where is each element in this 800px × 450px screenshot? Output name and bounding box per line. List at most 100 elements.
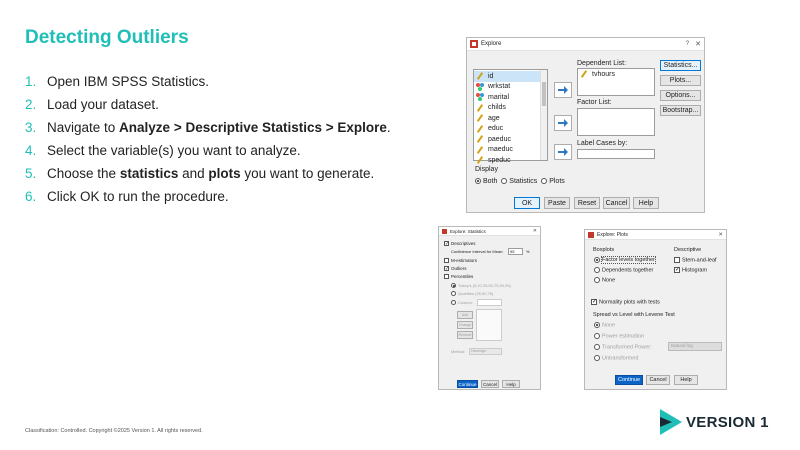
step-number: 4. bbox=[25, 143, 37, 158]
step-number: 6. bbox=[25, 189, 37, 204]
step-item: 2. Load your dataset. bbox=[25, 93, 391, 116]
display-plots-radio[interactable]: Plots bbox=[541, 178, 565, 185]
descriptive-label: Descriptive bbox=[674, 247, 702, 253]
explore-plots-dialog: Explore: Plots ✕ Boxplots Factor levels … bbox=[584, 229, 727, 390]
variable-name: id bbox=[488, 72, 494, 80]
bootstrap-button[interactable]: Bootstrap... bbox=[660, 105, 701, 116]
close-icon[interactable]: ✕ bbox=[695, 40, 701, 48]
untransformed-radio[interactable]: Untransformed bbox=[594, 355, 638, 361]
version1-logo: VERSION 1 bbox=[660, 409, 769, 435]
explore-titlebar: Explore ? ✕ bbox=[467, 38, 704, 51]
help-icon[interactable]: ? bbox=[686, 41, 689, 47]
plots-button[interactable]: Plots... bbox=[660, 75, 701, 86]
percentiles-checkbox[interactable]: Percentiles bbox=[444, 274, 473, 280]
m-estimators-checkbox[interactable]: M-estimators bbox=[444, 258, 477, 264]
variable-list-item[interactable]: age bbox=[474, 113, 547, 124]
variable-name: marital bbox=[488, 93, 510, 101]
power-select[interactable]: Natural log bbox=[668, 342, 722, 351]
cancel-button[interactable]: Cancel bbox=[646, 375, 670, 385]
variable-list-item[interactable]: paeduc bbox=[474, 134, 547, 145]
variable-list-item[interactable]: educ bbox=[474, 124, 547, 135]
step-number: 2. bbox=[25, 97, 37, 112]
paste-button[interactable]: Paste bbox=[544, 197, 570, 209]
dependent-list-label: Dependent List: bbox=[577, 60, 627, 67]
move-to-factor-button[interactable] bbox=[554, 115, 572, 131]
explore-dialog: Explore ? ✕ id wrkstat marital childs age edu… bbox=[466, 37, 705, 213]
move-to-label-button[interactable] bbox=[554, 144, 572, 160]
step-item: 5. Choose the statistics and plots you w… bbox=[25, 162, 391, 185]
step-text: Click OK to run the procedure. bbox=[47, 189, 229, 204]
variable-list-item[interactable]: id bbox=[474, 71, 547, 82]
variable-list-scrollbar[interactable] bbox=[540, 70, 547, 160]
reset-button[interactable]: Reset bbox=[574, 197, 600, 209]
help-button[interactable]: Help bbox=[633, 197, 659, 209]
step-text: Open IBM SPSS Statistics. bbox=[47, 74, 210, 89]
factor-levels-radio[interactable]: Factor levels together bbox=[594, 256, 656, 265]
move-to-dependent-button[interactable] bbox=[554, 82, 572, 98]
variable-list-item[interactable]: wrkstat bbox=[474, 82, 547, 93]
transformed-radio[interactable]: Transformed Power: bbox=[594, 344, 652, 350]
tukey-radio[interactable]: Tukey's (5,10,25,50,75,90,95) bbox=[451, 283, 511, 289]
list-item[interactable]: tvhours bbox=[578, 69, 654, 80]
ci-unit: % bbox=[526, 249, 530, 254]
variable-name: educ bbox=[488, 125, 504, 133]
factor-list[interactable] bbox=[577, 108, 655, 136]
slide-title: Detecting Outliers bbox=[25, 27, 189, 48]
ok-button[interactable]: OK bbox=[514, 197, 540, 209]
outliers-checkbox[interactable]: ✓ Outliers bbox=[444, 266, 467, 272]
nominal-variable-icon bbox=[476, 93, 484, 102]
close-icon[interactable]: ✕ bbox=[718, 232, 723, 238]
close-icon[interactable]: ✕ bbox=[533, 228, 537, 234]
cancel-button[interactable]: Cancel bbox=[603, 197, 630, 209]
histogram-checkbox[interactable]: ✓ Histogram bbox=[674, 267, 707, 273]
variable-list-item[interactable]: marital bbox=[474, 92, 547, 103]
stem-and-leaf-checkbox[interactable]: Stem-and-leaf bbox=[674, 257, 717, 263]
remove-button[interactable]: Remove bbox=[457, 331, 473, 339]
variable-name: wrkstat bbox=[488, 83, 511, 91]
ci-label: Confidence Interval for Mean: bbox=[451, 249, 504, 254]
variable-list-item[interactable]: childs bbox=[474, 103, 547, 114]
dependents-together-radio[interactable]: Dependents together bbox=[594, 267, 653, 273]
step-text: Navigate to Analyze > Descriptive Statis… bbox=[47, 120, 391, 135]
variable-list[interactable]: id wrkstat marital childs age educ paeduc maedu… bbox=[473, 69, 548, 165]
variable-name: speduc bbox=[488, 156, 511, 164]
quartiles-radio[interactable]: Quartiles (25,50,75) bbox=[451, 291, 493, 297]
boxplots-label: Boxplots bbox=[593, 247, 615, 253]
version1-logo-icon bbox=[660, 409, 682, 435]
step-item: 4. Select the variable(s) you want to an… bbox=[25, 139, 391, 162]
ci-input[interactable]: 95 bbox=[508, 248, 523, 255]
spread-none-radio[interactable]: None bbox=[594, 322, 615, 328]
label-cases-field[interactable] bbox=[577, 149, 655, 159]
help-button[interactable]: Help bbox=[674, 375, 698, 385]
scale-variable-icon bbox=[476, 103, 484, 112]
display-statistics-radio[interactable]: Statistics bbox=[501, 178, 537, 185]
normality-checkbox[interactable]: ✓ Normality plots with tests bbox=[591, 299, 660, 305]
continue-button[interactable]: Continue bbox=[457, 380, 478, 388]
power-estimation-radio[interactable]: Power estimation bbox=[594, 333, 644, 339]
logo-text: VERSION 1 bbox=[686, 413, 769, 431]
none-radio[interactable]: None bbox=[594, 277, 615, 283]
scale-variable-icon bbox=[476, 145, 484, 154]
statistics-button[interactable]: Statistics... bbox=[660, 60, 701, 71]
change-button[interactable]: Change bbox=[457, 321, 473, 329]
method-select[interactable]: Haverage bbox=[469, 348, 502, 355]
add-button[interactable]: Add bbox=[457, 311, 473, 319]
plots-title: Explore: Plots bbox=[597, 231, 628, 238]
arrow-right-icon bbox=[558, 86, 568, 94]
variable-name: childs bbox=[488, 104, 506, 112]
variable-list-item[interactable]: speduc bbox=[474, 155, 547, 166]
continue-button[interactable]: Continue bbox=[615, 375, 643, 385]
cancel-button[interactable]: Cancel bbox=[481, 380, 499, 388]
options-button[interactable]: Options... bbox=[660, 90, 701, 101]
display-label: Display bbox=[475, 166, 498, 173]
scale-variable-icon bbox=[476, 72, 484, 81]
variable-list-item[interactable]: maeduc bbox=[474, 145, 547, 156]
descriptives-checkbox[interactable]: ✓ Descriptives bbox=[444, 241, 476, 247]
custom-percentiles-list[interactable] bbox=[476, 309, 502, 341]
custom-input[interactable] bbox=[477, 299, 502, 306]
scale-variable-icon bbox=[580, 70, 588, 79]
display-both-radio[interactable]: Both bbox=[475, 178, 497, 185]
dependent-list[interactable]: tvhours bbox=[577, 68, 655, 96]
help-button[interactable]: Help bbox=[502, 380, 520, 388]
custom-radio[interactable]: Custom: bbox=[451, 300, 473, 306]
